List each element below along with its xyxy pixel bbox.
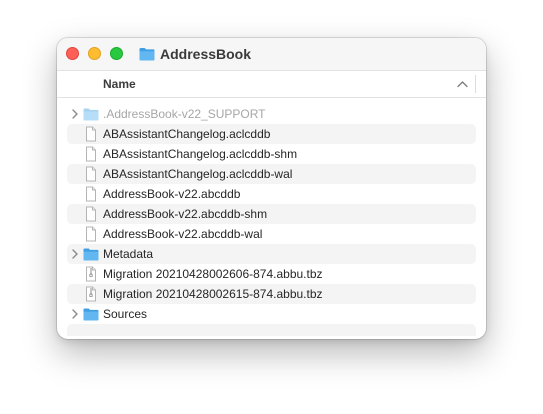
chevron-right-icon[interactable] xyxy=(72,309,78,319)
row-label: Sources xyxy=(103,307,148,321)
chevron-right-icon[interactable] xyxy=(72,109,78,119)
row-label: ABAssistantChangelog.aclcddb-shm xyxy=(103,147,298,161)
archive-icon xyxy=(86,286,96,302)
document-icon xyxy=(86,166,96,182)
zoom-button[interactable] xyxy=(110,47,123,60)
name-column-header[interactable]: Name xyxy=(103,77,136,91)
file-row[interactable]: AddressBook-v22.abcddb-shm xyxy=(67,204,476,224)
row-label: Metadata xyxy=(103,247,154,261)
document-icon xyxy=(86,226,96,242)
file-row[interactable]: Migration 20210428002615-874.abbu.tbz xyxy=(67,284,476,304)
folder-row[interactable]: Sources xyxy=(67,304,476,324)
row-label: .AddressBook-v22_SUPPORT xyxy=(103,107,266,121)
file-row[interactable]: ABAssistantChangelog.aclcddb xyxy=(67,124,476,144)
chevron-right-icon[interactable] xyxy=(72,249,78,259)
file-row[interactable]: AddressBook-v22.abcddb xyxy=(67,184,476,204)
window-title: AddressBook xyxy=(160,46,252,62)
archive-icon xyxy=(86,266,96,282)
row-label: Migration 20210428002615-874.abbu.tbz xyxy=(103,287,323,301)
folder-row[interactable]: .AddressBook-v22_SUPPORT xyxy=(67,104,476,124)
document-icon xyxy=(86,206,96,222)
finder-window: AddressBook Name .AddressBook-v22_SUPPOR… xyxy=(57,38,486,339)
chevron-up-icon[interactable] xyxy=(457,80,468,88)
file-row[interactable]: ABAssistantChangelog.aclcddb-shm xyxy=(67,144,476,164)
minimize-button[interactable] xyxy=(88,47,101,60)
row-label: AddressBook-v22.abcddb-shm xyxy=(103,207,268,221)
empty-row-stripe xyxy=(67,324,476,336)
document-icon xyxy=(86,146,96,162)
document-icon xyxy=(86,186,96,202)
column-divider[interactable] xyxy=(475,75,476,93)
folder-icon xyxy=(83,108,99,121)
file-list: .AddressBook-v22_SUPPORT ABAssistantChang… xyxy=(67,104,476,336)
file-row[interactable]: AddressBook-v22.abcddb-wal xyxy=(67,224,476,244)
folder-icon xyxy=(139,48,155,61)
row-label: AddressBook-v22.abcddb-wal xyxy=(103,227,263,241)
file-row[interactable]: Migration 20210428002606-874.abbu.tbz xyxy=(67,264,476,284)
close-button[interactable] xyxy=(66,47,79,60)
row-label: ABAssistantChangelog.aclcddb-wal xyxy=(103,167,293,181)
row-label: AddressBook-v22.abcddb xyxy=(103,187,241,201)
document-icon xyxy=(86,126,96,142)
title-bar[interactable]: AddressBook xyxy=(57,38,486,70)
row-label: ABAssistantChangelog.aclcddb xyxy=(103,127,271,141)
column-header: Name xyxy=(57,70,486,98)
folder-icon xyxy=(83,308,99,321)
folder-row[interactable]: Metadata xyxy=(67,244,476,264)
folder-icon xyxy=(83,248,99,261)
window-title-group: AddressBook xyxy=(139,45,251,63)
file-row[interactable]: ABAssistantChangelog.aclcddb-wal xyxy=(67,164,476,184)
row-label: Migration 20210428002606-874.abbu.tbz xyxy=(103,267,323,281)
